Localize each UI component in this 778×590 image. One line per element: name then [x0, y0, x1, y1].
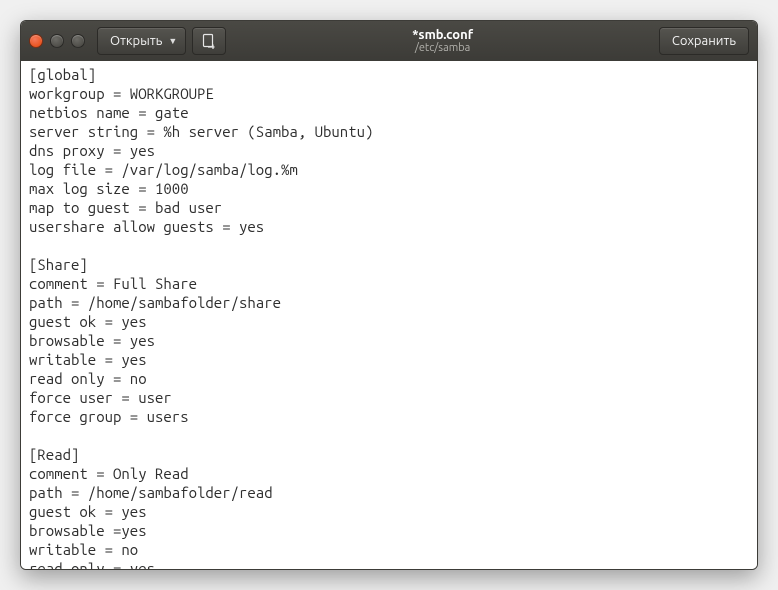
document-path: /etc/samba — [232, 42, 653, 54]
new-document-icon — [201, 33, 217, 49]
chevron-down-icon: ▼ — [168, 36, 177, 46]
editor-content: [global] workgroup = WORKGROUPE netbios … — [29, 66, 373, 569]
document-title: *smb.conf — [232, 28, 653, 42]
maximize-icon[interactable] — [71, 34, 85, 48]
new-document-button[interactable] — [192, 27, 226, 55]
text-editor[interactable]: [global] workgroup = WORKGROUPE netbios … — [21, 61, 757, 569]
close-icon[interactable] — [29, 34, 43, 48]
open-button-label: Открыть — [110, 34, 162, 48]
save-button[interactable]: Сохранить — [659, 27, 749, 55]
open-button[interactable]: Открыть ▼ — [97, 27, 186, 55]
minimize-icon[interactable] — [50, 34, 64, 48]
title-area: *smb.conf /etc/samba — [232, 28, 653, 54]
window-controls — [29, 34, 85, 48]
titlebar: Открыть ▼ *smb.conf /etc/samba Сохранить — [21, 21, 757, 61]
gedit-window: Открыть ▼ *smb.conf /etc/samba Сохранить… — [20, 20, 758, 570]
save-button-label: Сохранить — [672, 34, 736, 48]
